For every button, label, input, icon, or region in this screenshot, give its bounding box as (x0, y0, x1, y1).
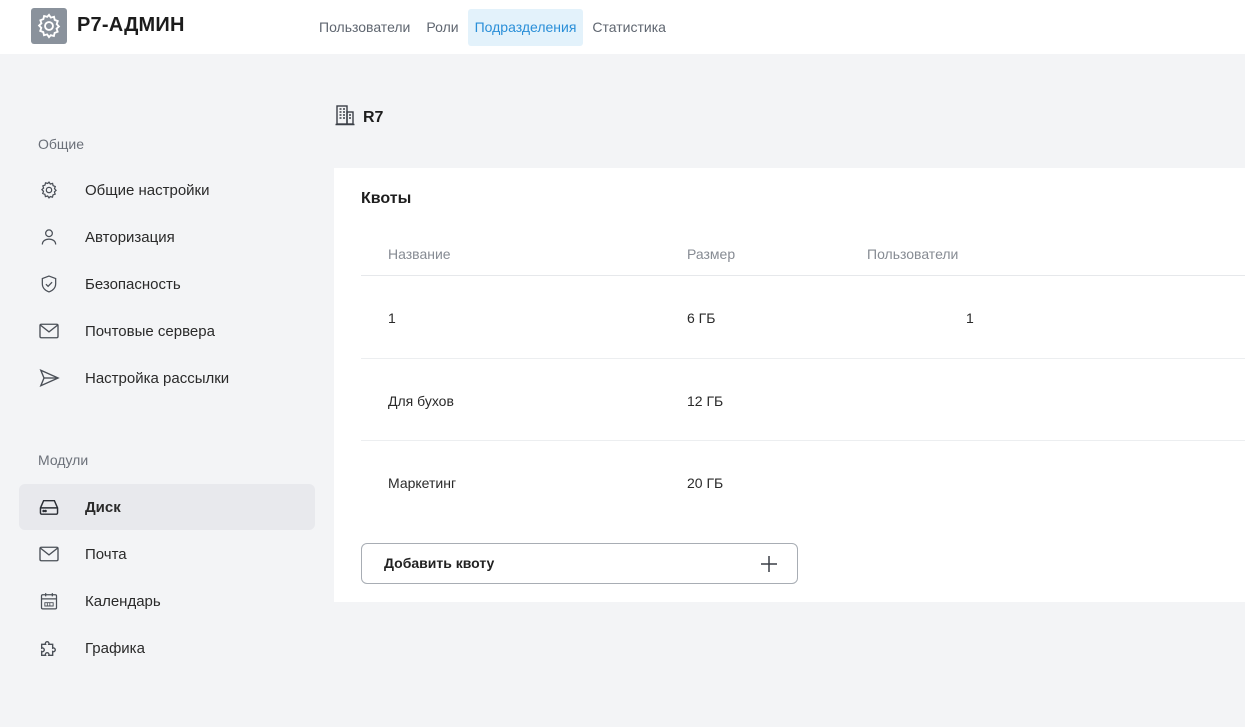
sidebar-item-label: Безопасность (85, 275, 181, 293)
shield-check-icon (37, 272, 61, 296)
quota-name: 1 (388, 310, 396, 326)
page-title: R7 (363, 108, 384, 126)
column-header-size: Размер (687, 246, 736, 262)
quotas-title: Квоты (361, 190, 412, 207)
sidebar-item-mail[interactable]: Почта (19, 531, 315, 577)
table-row[interactable]: Для бухов 12 ГБ (361, 359, 1245, 441)
nav-statistics[interactable]: Статистика (585, 9, 673, 46)
puzzle-icon (37, 636, 61, 660)
sidebar-item-calendar[interactable]: Календарь (19, 578, 315, 624)
sidebar-item-label: Авторизация (85, 228, 175, 246)
quotas-panel: Квоты Название Размер Пользователи 1 6 Г… (334, 168, 1245, 602)
sidebar-item-label: Календарь (85, 592, 161, 610)
sidebar-item-label: Почта (85, 545, 127, 563)
sidebar-item-label: Диск (85, 498, 121, 516)
gear-icon (37, 13, 61, 39)
sidebar-section-modules: Модули (38, 452, 89, 468)
building-icon (335, 104, 355, 131)
envelope-icon (37, 542, 61, 566)
quota-size: 20 ГБ (687, 475, 724, 491)
sidebar-item-general-settings[interactable]: Общие настройки (19, 167, 315, 213)
sidebar-item-authorization[interactable]: Авторизация (19, 214, 315, 260)
app-logo[interactable] (31, 8, 67, 44)
table-row[interactable]: 1 6 ГБ 1 (361, 276, 1245, 358)
drive-icon (37, 495, 61, 519)
nav-departments[interactable]: Подразделения (467, 9, 584, 46)
column-header-name: Название (388, 246, 451, 262)
nav-users[interactable]: Пользователи (312, 9, 417, 46)
quota-name: Маркетинг (388, 475, 457, 491)
sidebar-item-label: Графика (85, 639, 145, 657)
add-quota-button[interactable]: Добавить квоту (361, 543, 798, 584)
sidebar-item-graphics[interactable]: Графика (19, 625, 315, 671)
quota-size: 6 ГБ (687, 310, 716, 326)
envelope-icon (37, 319, 61, 343)
send-icon (37, 366, 61, 390)
top-nav: Пользователи Роли Подразделения Статисти… (312, 9, 675, 46)
sidebar-item-disk[interactable]: Диск (19, 484, 315, 530)
quota-name: Для бухов (388, 393, 454, 409)
nav-roles[interactable]: Роли (419, 9, 465, 46)
table-row[interactable]: Маркетинг 20 ГБ (361, 441, 1245, 523)
sidebar-item-mailing-settings[interactable]: Настройка рассылки (19, 355, 315, 401)
plus-icon (761, 556, 777, 572)
sidebar-item-label: Общие настройки (85, 181, 210, 199)
user-icon (37, 225, 61, 249)
sidebar-item-mail-servers[interactable]: Почтовые сервера (19, 308, 315, 354)
quota-size: 12 ГБ (687, 393, 724, 409)
top-header: Р7-АДМИН Пользователи Роли Подразделения… (0, 0, 1245, 54)
sidebar-item-label: Почтовые сервера (85, 322, 215, 340)
sidebar-section-general: Общие (38, 136, 85, 152)
app-title: Р7-АДМИН (77, 14, 185, 36)
sidebar-item-label: Настройка рассылки (85, 369, 230, 387)
add-quota-label: Добавить квоту (384, 555, 495, 571)
quota-users: 1 (966, 310, 974, 326)
calendar-icon (37, 589, 61, 613)
sidebar: Общие Общие настройки Авторизация Безопа… (0, 54, 330, 727)
sidebar-item-security[interactable]: Безопасность (19, 261, 315, 307)
gear-icon (37, 178, 61, 202)
column-header-users: Пользователи (867, 246, 959, 262)
page-heading: R7 (335, 104, 383, 131)
